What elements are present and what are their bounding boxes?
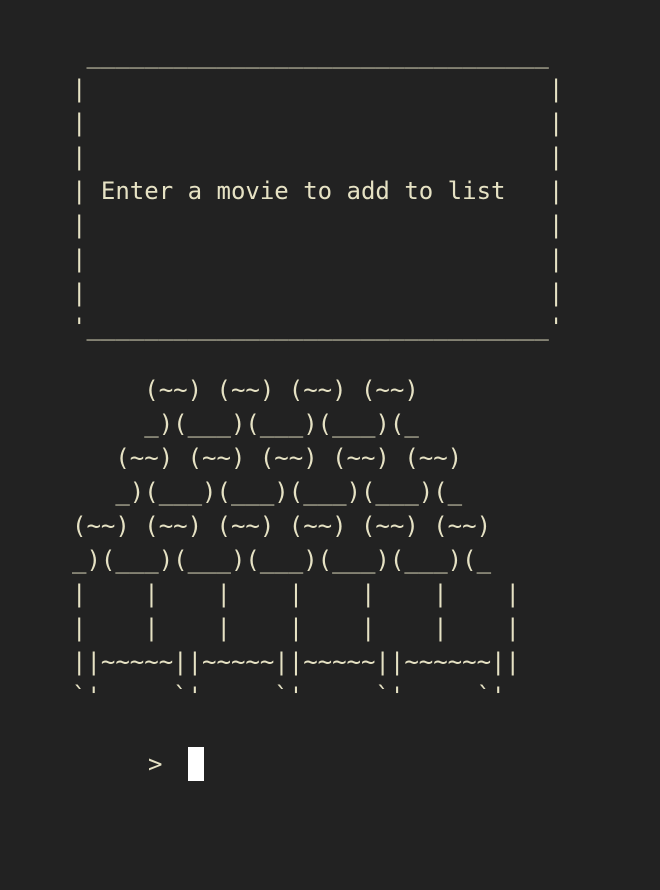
prompt-symbol: > [148, 750, 163, 778]
banner-bottom-border: '________________________________' [72, 313, 564, 341]
art-line: (~~) (~~) (~~) (~~) (~~) (~~) [72, 512, 492, 540]
banner-line: | | [72, 75, 564, 103]
art-line: ||~~~~~||~~~~~||~~~~~||~~~~~~|| [72, 648, 520, 676]
art-line: (~~) (~~) (~~) (~~) (~~) [72, 444, 463, 472]
art-line: (~~) (~~) (~~) (~~) [72, 376, 419, 404]
prompt-banner: ________________________________ | | | |… [72, 38, 563, 344]
command-prompt[interactable]: > [148, 746, 205, 782]
banner-line: | | [72, 211, 564, 239]
terminal-window[interactable]: ________________________________ | | | |… [0, 0, 660, 890]
banner-line: | | [72, 279, 564, 307]
banner-line: | | [72, 245, 564, 273]
text-cursor [188, 747, 205, 781]
popcorn-ascii-art: (~~) (~~) (~~) (~~) _)(___)(___)(___)(_ … [72, 373, 520, 713]
banner-line: | | [72, 143, 564, 171]
art-line: _)(___)(___)(___)(___)(___)(_ [72, 546, 492, 574]
art-line: _)(___)(___)(___)(_ [72, 410, 419, 438]
banner-top-border: ________________________________ [72, 41, 549, 69]
art-line: _)(___)(___)(___)(___)(_ [72, 478, 463, 506]
art-line: | | | | | | | [72, 614, 520, 642]
banner-line: | | [72, 109, 564, 137]
art-line: | | | | | | | [72, 580, 520, 608]
banner-message: | Enter a movie to add to list | [72, 177, 564, 205]
art-line: `' `' `' `' `' [72, 682, 506, 710]
